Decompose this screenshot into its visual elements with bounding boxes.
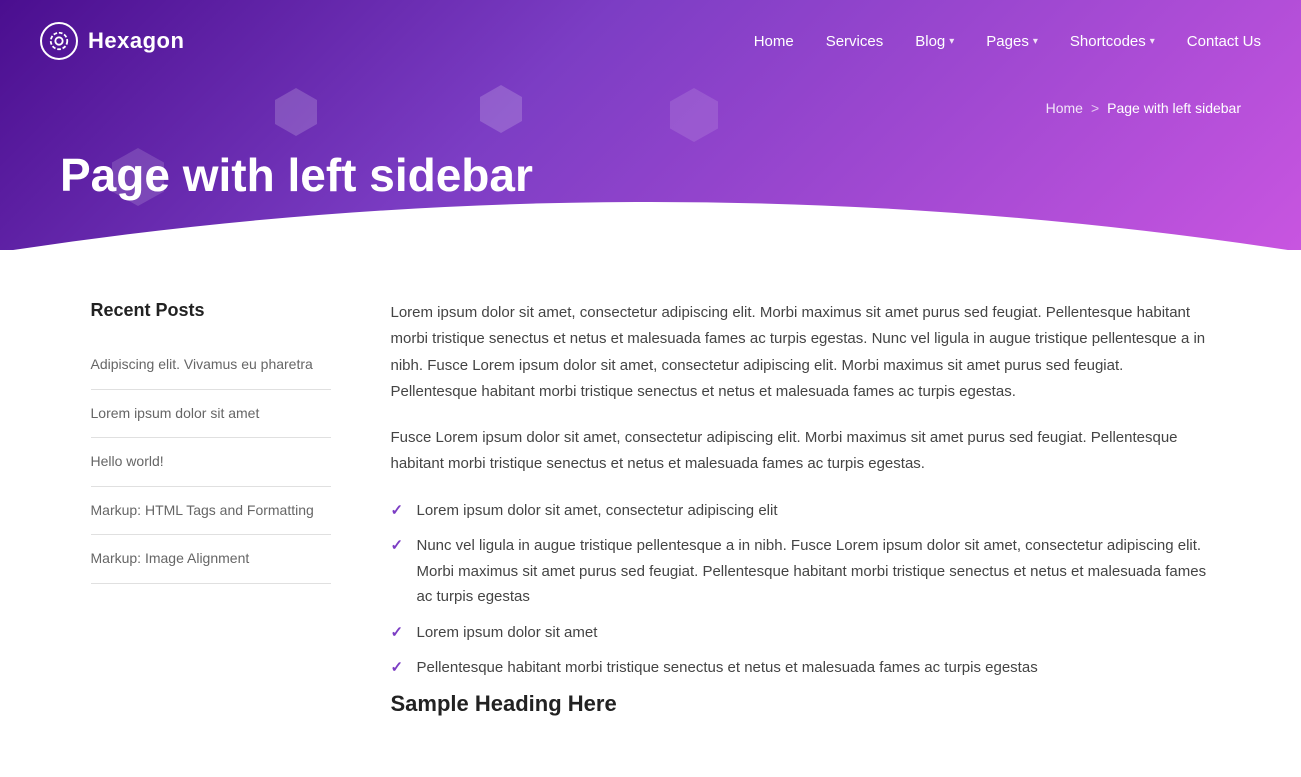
nav-home[interactable]: Home <box>754 33 794 50</box>
nav-pages[interactable]: Pages ▾ <box>986 33 1038 50</box>
chevron-down-icon: ▾ <box>949 36 954 47</box>
breadcrumb: Home > Page with left sidebar <box>1046 100 1241 116</box>
sidebar-post-link[interactable]: Adipiscing elit. Vivamus eu pharetra <box>91 356 313 372</box>
nav-contact[interactable]: Contact Us <box>1187 33 1261 50</box>
check-list-item: Lorem ipsum dolor sit amet, consectetur … <box>391 498 1211 524</box>
site-logo[interactable]: Hexagon <box>40 22 184 60</box>
breadcrumb-separator: > <box>1091 100 1099 116</box>
sidebar-post-link[interactable]: Markup: Image Alignment <box>91 550 250 566</box>
nav-blog[interactable]: Blog ▾ <box>915 33 954 50</box>
check-list: Lorem ipsum dolor sit amet, consectetur … <box>391 498 1211 681</box>
chevron-down-icon: ▾ <box>1150 36 1155 47</box>
check-list-item: Nunc vel ligula in augue tristique pelle… <box>391 533 1211 610</box>
nav-shortcodes[interactable]: Shortcodes ▾ <box>1070 33 1155 50</box>
content-paragraph-1: Lorem ipsum dolor sit amet, consectetur … <box>391 300 1211 405</box>
chevron-down-icon: ▾ <box>1033 36 1038 47</box>
sidebar-post-item: Lorem ipsum dolor sit amet <box>91 390 331 439</box>
sidebar-post-item: Markup: HTML Tags and Formatting <box>91 487 331 536</box>
site-name: Hexagon <box>88 28 184 54</box>
check-list-item: Lorem ipsum dolor sit amet <box>391 620 1211 646</box>
sidebar-title: Recent Posts <box>91 300 331 321</box>
sidebar-post-item: Adipiscing elit. Vivamus eu pharetra <box>91 341 331 390</box>
sidebar-post-item: Hello world! <box>91 438 331 487</box>
sidebar: Recent Posts Adipiscing elit. Vivamus eu… <box>91 300 331 717</box>
breadcrumb-home[interactable]: Home <box>1046 100 1083 116</box>
main-nav: Home Services Blog ▾ Pages ▾ Shortcodes … <box>754 33 1261 50</box>
sample-heading: Sample Heading Here <box>391 691 1211 717</box>
main-container: Recent Posts Adipiscing elit. Vivamus eu… <box>51 250 1251 777</box>
content-paragraph-2: Fusce Lorem ipsum dolor sit amet, consec… <box>391 425 1211 478</box>
breadcrumb-current: Page with left sidebar <box>1107 100 1241 116</box>
main-content: Lorem ipsum dolor sit amet, consectetur … <box>391 300 1211 717</box>
recent-posts-list: Adipiscing elit. Vivamus eu pharetra Lor… <box>91 341 331 584</box>
sidebar-post-link[interactable]: Markup: HTML Tags and Formatting <box>91 502 314 518</box>
sidebar-post-link[interactable]: Lorem ipsum dolor sit amet <box>91 405 260 421</box>
hero-curve <box>0 172 1301 250</box>
check-list-item: Pellentesque habitant morbi tristique se… <box>391 655 1211 681</box>
logo-icon <box>40 22 78 60</box>
sidebar-post-link[interactable]: Hello world! <box>91 453 164 469</box>
sidebar-post-item: Markup: Image Alignment <box>91 535 331 584</box>
nav-services[interactable]: Services <box>826 33 884 50</box>
